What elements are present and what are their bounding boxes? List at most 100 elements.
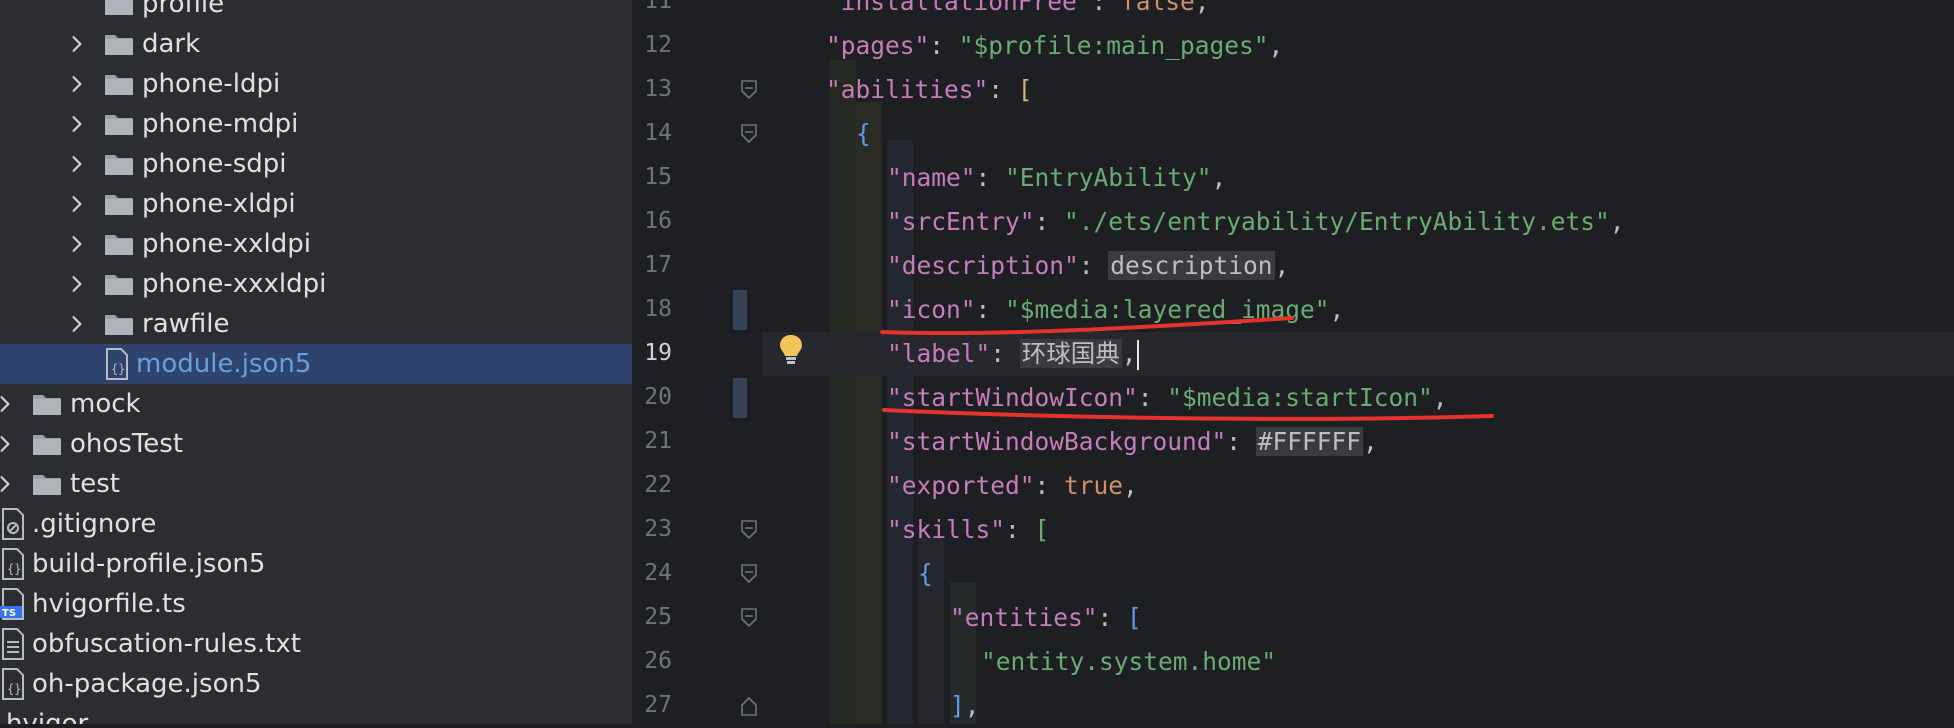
tree-item-label: build-profile.json5	[32, 549, 266, 579]
line-number: 11	[644, 0, 672, 14]
fold-end-icon[interactable]	[738, 695, 760, 717]
tree-item-label: module.json5	[136, 349, 312, 379]
tree-item-phone-ldpi[interactable]: phone-ldpi	[0, 64, 632, 104]
fold-icon[interactable]	[738, 519, 760, 541]
tree-item-mock[interactable]: mock	[0, 384, 632, 424]
line-number: 26	[644, 648, 672, 674]
tree-item-label: dark	[142, 29, 201, 59]
line-number: 16	[644, 208, 672, 234]
fold-icon[interactable]	[738, 563, 760, 585]
tree-item-label: rawfile	[142, 309, 230, 339]
tree-item-label: phone-sdpi	[142, 149, 287, 179]
svg-text:{}: {}	[111, 362, 125, 376]
tree-item-phone-xxxldpi[interactable]: phone-xxxldpi	[0, 264, 632, 304]
code-line[interactable]: {	[918, 552, 933, 596]
chevron-right-icon[interactable]	[65, 184, 89, 224]
code-line[interactable]: "name": "EntryAbility",	[887, 156, 1226, 200]
line-number: 17	[644, 252, 672, 278]
tree-item-label: .gitignore	[32, 509, 157, 539]
line-number: 14	[644, 120, 672, 146]
line-number: 24	[644, 560, 672, 586]
line-number: 25	[644, 604, 672, 630]
tree-item-obfuscation-rules-txt[interactable]: obfuscation-rules.txt	[0, 624, 632, 664]
lightbulb-icon[interactable]	[776, 332, 806, 366]
tree-item-label: oh-package.json5	[32, 669, 262, 699]
folder-icon	[104, 24, 134, 64]
tree-item-dark[interactable]: dark	[0, 24, 632, 64]
tree-item-hvigorfile-ts[interactable]: TS hvigorfile.ts	[0, 584, 632, 624]
tree-item-build-profile-json5[interactable]: {} build-profile.json5	[0, 544, 632, 584]
folder-icon	[104, 224, 134, 264]
code-line[interactable]: "skills": [	[887, 508, 1049, 552]
indent-guide	[856, 102, 882, 724]
tree-item-label: phone-xldpi	[142, 189, 296, 219]
line-number: 21	[644, 428, 672, 454]
line-number: 20	[644, 384, 672, 410]
folder-icon	[104, 104, 134, 144]
code-line[interactable]: "srcEntry": "./ets/entryability/EntryAbi…	[887, 200, 1625, 244]
code-line[interactable]: ],	[950, 684, 980, 728]
chevron-right-icon[interactable]	[65, 64, 89, 104]
tree-item-label: phone-mdpi	[142, 109, 299, 139]
tree-item-label: ohosTest	[70, 429, 184, 459]
tree-item-phone-mdpi[interactable]: phone-mdpi	[0, 104, 632, 144]
code-line[interactable]: "entities": [	[950, 596, 1142, 640]
line-number: 15	[644, 164, 672, 190]
line-number: 18	[644, 296, 672, 322]
tree-item-oh-package-json5[interactable]: {} oh-package.json5	[0, 664, 632, 704]
tree-item-label: phone-xxldpi	[142, 229, 311, 259]
folder-icon	[104, 144, 134, 184]
code-line[interactable]: "pages": "$profile:main_pages",	[826, 24, 1283, 68]
folder-icon	[104, 304, 134, 344]
code-line[interactable]: "exported": true,	[887, 464, 1138, 508]
chevron-right-icon[interactable]	[65, 224, 89, 264]
chevron-right-icon[interactable]	[65, 304, 89, 344]
code-line[interactable]: "abilities": [	[826, 68, 1033, 112]
tree-item-label: hvigorfile.ts	[32, 589, 186, 619]
chevron-right-icon[interactable]	[65, 104, 89, 144]
chevron-right-icon[interactable]	[0, 424, 17, 464]
tree-item-label: phone-xxxldpi	[142, 269, 327, 299]
tree-item-rawfile[interactable]: rawfile	[0, 304, 632, 344]
svg-text:TS: TS	[2, 608, 16, 619]
tree-item-phone-xxldpi[interactable]: phone-xxldpi	[0, 224, 632, 264]
folder-icon	[32, 424, 62, 464]
indent-guide	[830, 60, 856, 724]
tree-item-label: obfuscation-rules.txt	[32, 629, 301, 659]
json-file-icon: {}	[104, 344, 130, 384]
line-number: 13	[644, 76, 672, 102]
tree-item-phone-sdpi[interactable]: phone-sdpi	[0, 144, 632, 184]
ignore-file-icon	[0, 504, 26, 544]
modified-line-marker	[733, 290, 747, 330]
tree-item-phone-xldpi[interactable]: phone-xldpi	[0, 184, 632, 224]
chevron-right-icon[interactable]	[65, 144, 89, 184]
tree-item-hvigor[interactable]: hvigor	[0, 704, 632, 724]
folder-icon	[104, 64, 134, 104]
chevron-right-icon[interactable]	[65, 264, 89, 304]
fold-icon[interactable]	[738, 607, 760, 629]
folder-icon	[32, 464, 62, 504]
tree-item-gitignore[interactable]: .gitignore	[0, 504, 632, 544]
text-file-icon	[0, 624, 26, 664]
chevron-right-icon[interactable]	[0, 464, 17, 504]
chevron-right-icon[interactable]	[65, 24, 89, 64]
line-number: 22	[644, 472, 672, 498]
code-line[interactable]: "entity.system.home"	[981, 640, 1276, 684]
chevron-right-icon[interactable]	[0, 384, 17, 424]
tree-item-module-json5[interactable]: {} module.json5	[0, 344, 632, 384]
code-line[interactable]: {	[856, 112, 871, 156]
code-line[interactable]: "description": description,	[887, 244, 1289, 288]
svg-text:{}: {}	[7, 562, 21, 576]
code-line[interactable]: "installationFree": false,	[826, 0, 1210, 24]
fold-icon[interactable]	[738, 123, 760, 145]
svg-text:{}: {}	[7, 682, 21, 696]
tree-item-test[interactable]: test	[0, 464, 632, 504]
tree-item-profile[interactable]: profile	[0, 0, 632, 24]
fold-icon[interactable]	[738, 79, 760, 101]
tree-item-label: profile	[142, 0, 225, 19]
red-underline-annotation	[880, 316, 1294, 336]
tree-item-ohostest[interactable]: ohosTest	[0, 424, 632, 464]
project-tree[interactable]: profile dark phone-ldpi phone-mdpi phone-sdp…	[0, 0, 632, 724]
tree-item-label: hvigor	[6, 709, 89, 724]
line-number: 12	[644, 32, 672, 58]
